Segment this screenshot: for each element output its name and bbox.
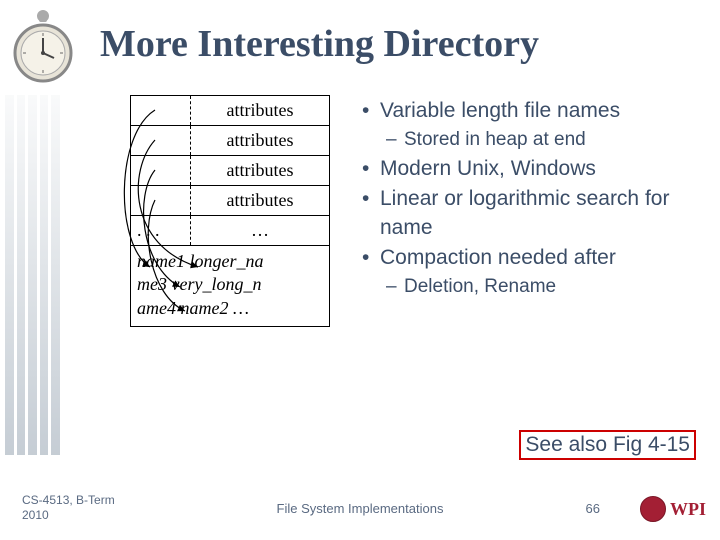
table-row: attributes xyxy=(131,96,329,126)
bullet-item: Variable length file names xyxy=(360,97,700,125)
bullet-subitem: Stored in heap at end xyxy=(360,127,700,153)
bullet-item: Modern Unix, Windows xyxy=(360,155,700,183)
table-row: . . . … xyxy=(131,216,329,246)
content-area: attributes attributes attributes attribu… xyxy=(80,95,700,395)
see-also-box: See also Fig 4-15 xyxy=(519,430,696,460)
bullet-item: Compaction needed after xyxy=(360,244,700,272)
sidebar-decoration xyxy=(0,95,60,455)
topic-label: File System Implementations xyxy=(0,501,720,516)
page-number: 66 xyxy=(586,501,600,516)
heap-line: ame4 name2 … xyxy=(137,298,249,318)
bullet-subitem: Deletion, Rename xyxy=(360,274,700,300)
table-row: attributes xyxy=(131,126,329,156)
wpi-text: WPI xyxy=(670,499,706,520)
bullet-list: Variable length file names Stored in hea… xyxy=(360,95,700,395)
attr-cell: attributes xyxy=(191,156,329,185)
attr-cell: attributes xyxy=(191,96,329,125)
directory-table: attributes attributes attributes attribu… xyxy=(130,95,330,327)
table-row: attributes xyxy=(131,186,329,216)
ellipsis-left: . . . xyxy=(131,216,191,245)
wpi-logo: WPI xyxy=(640,496,706,522)
ellipsis-right: … xyxy=(191,216,329,245)
bullet-item: Linear or logarithmic search for name xyxy=(360,185,700,242)
attr-cell: attributes xyxy=(191,126,329,155)
wpi-seal-icon xyxy=(640,496,666,522)
heap-line: me3 very_long_n xyxy=(137,274,261,294)
heap-line: name1 longer_na xyxy=(137,251,263,271)
directory-diagram: attributes attributes attributes attribu… xyxy=(80,95,340,395)
table-row: attributes xyxy=(131,156,329,186)
footer: CS-4513, B-Term2010 File System Implemen… xyxy=(0,488,720,528)
slide-title: More Interesting Directory xyxy=(100,22,539,66)
pocket-watch-icon xyxy=(8,8,78,88)
attr-cell: attributes xyxy=(191,186,329,215)
heap-names: name1 longer_na me3 very_long_n ame4 nam… xyxy=(131,246,329,326)
